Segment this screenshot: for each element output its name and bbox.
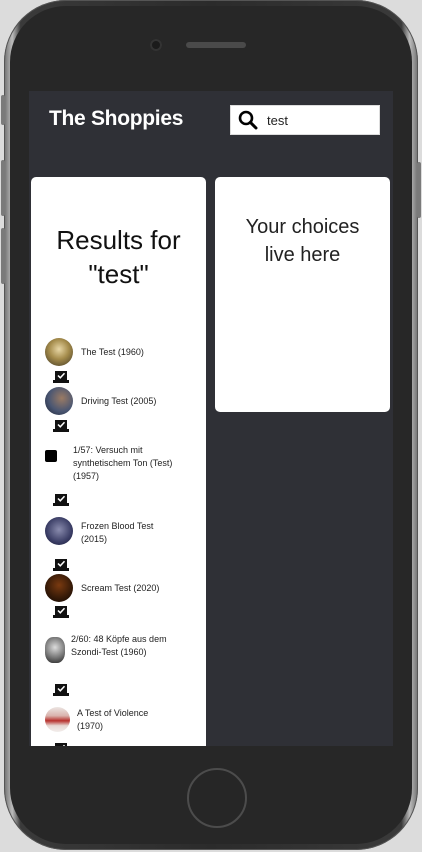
result-title: The Test (1960) bbox=[81, 347, 144, 357]
result-title: 2/60: 48 Köpfe aus dem Szondi-Test (1960… bbox=[71, 634, 167, 657]
results-heading-line1: Results for bbox=[56, 225, 181, 255]
earpiece-speaker bbox=[186, 42, 246, 48]
poster-thumbnail bbox=[45, 517, 73, 545]
poster-thumbnail bbox=[45, 387, 73, 415]
empty-nominations-message: Your choices live here bbox=[215, 213, 390, 269]
poster-thumbnail bbox=[45, 574, 73, 602]
volume-down-button bbox=[1, 228, 5, 284]
home-button[interactable] bbox=[187, 768, 247, 828]
app-title: The Shoppies bbox=[49, 107, 184, 130]
result-title: Scream Test (2020) bbox=[81, 583, 160, 593]
nominate-button[interactable] bbox=[53, 683, 69, 696]
result-title: Frozen Blood Test (2015) bbox=[81, 521, 154, 544]
nominate-button[interactable] bbox=[53, 742, 69, 746]
nominate-button[interactable] bbox=[53, 419, 69, 432]
power-button bbox=[417, 162, 421, 218]
results-panel: Results for "test" The Test (1960) Drivi… bbox=[31, 177, 206, 746]
poster-thumbnail bbox=[45, 450, 57, 462]
volume-up-button bbox=[1, 160, 5, 216]
front-camera bbox=[150, 39, 162, 51]
search-input[interactable] bbox=[261, 107, 367, 133]
app-screen: The Shoppies Results for "test" The Test… bbox=[29, 91, 393, 746]
empty-nominations-line2: live here bbox=[264, 244, 341, 266]
nominate-button[interactable] bbox=[53, 493, 69, 506]
mute-switch bbox=[1, 95, 5, 125]
nominate-button[interactable] bbox=[53, 558, 69, 571]
result-title: 1/57: Versuch mit synthetischem Ton (Tes… bbox=[73, 445, 173, 481]
nominations-panel: Your choices live here bbox=[215, 177, 390, 412]
result-title: A Test of Violence (1970) bbox=[77, 708, 149, 731]
poster-thumbnail bbox=[45, 338, 73, 366]
poster-thumbnail bbox=[45, 637, 65, 663]
search-icon bbox=[235, 105, 261, 135]
result-title: Driving Test (2005) bbox=[81, 396, 157, 406]
results-heading-query: "test" bbox=[88, 259, 149, 289]
results-heading: Results for "test" bbox=[31, 223, 206, 291]
nominate-button[interactable] bbox=[53, 370, 69, 383]
empty-nominations-line1: Your choices bbox=[245, 216, 360, 238]
poster-thumbnail bbox=[45, 707, 70, 732]
nominate-button[interactable] bbox=[53, 605, 69, 618]
search-bar[interactable] bbox=[230, 105, 380, 135]
